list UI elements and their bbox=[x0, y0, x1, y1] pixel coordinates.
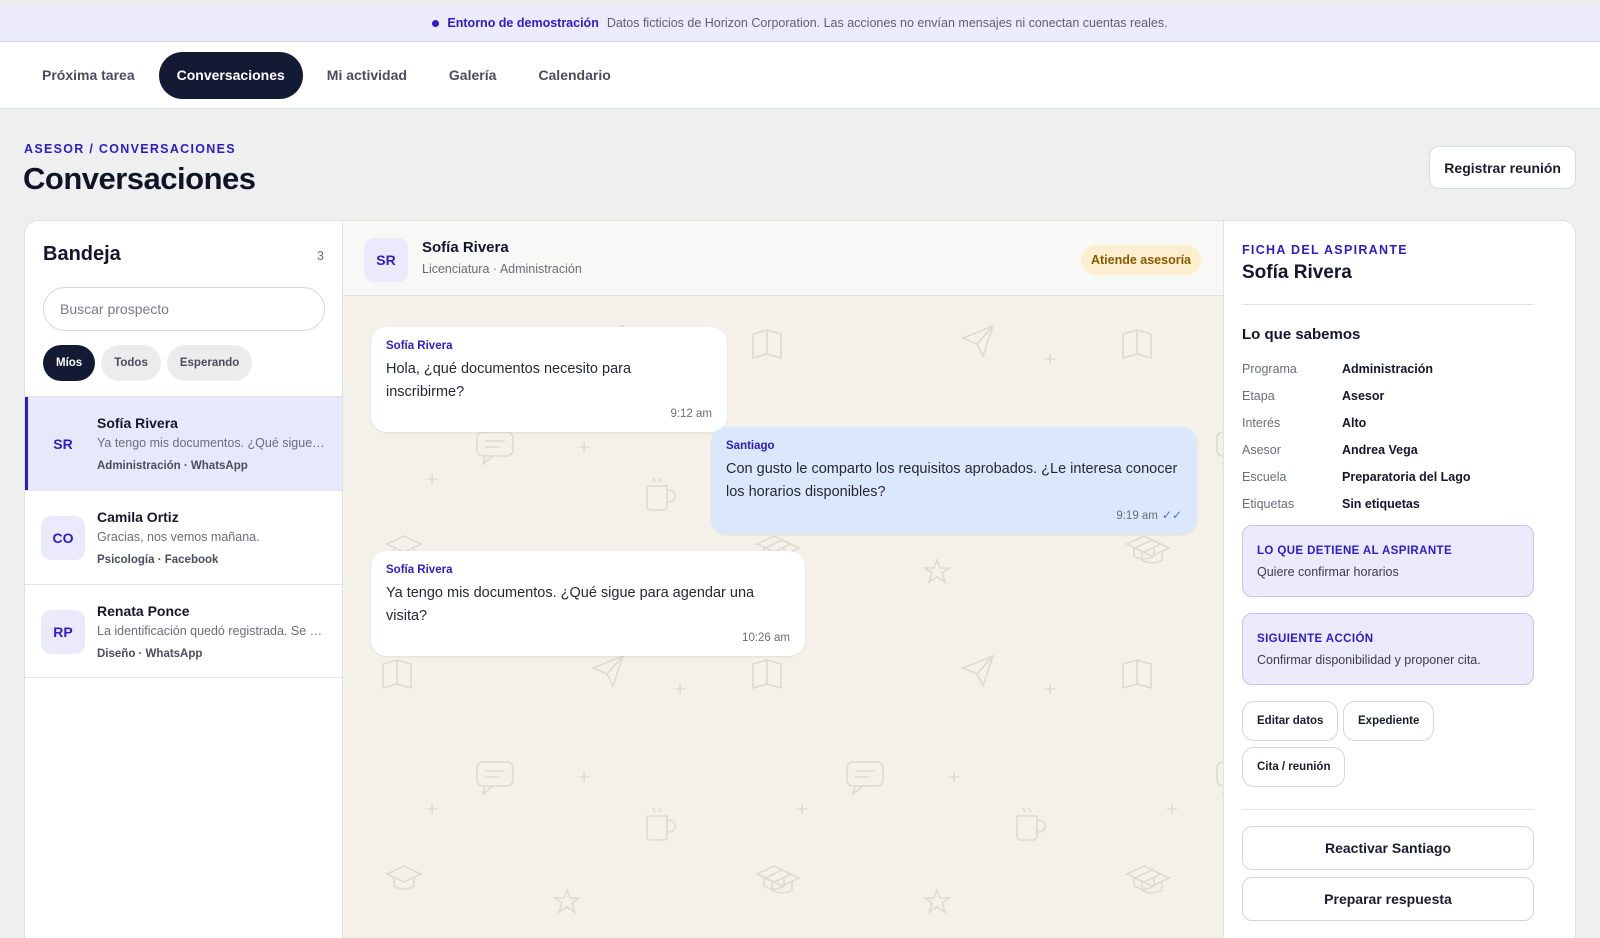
message-time: 9:19 am bbox=[1116, 510, 1158, 522]
tab-proxima-tarea[interactable]: Próxima tarea bbox=[24, 52, 153, 99]
fact-value: Andrea Vega bbox=[1342, 442, 1418, 457]
chat-pane: SR Sofía Rivera Licenciatura · Administr… bbox=[343, 221, 1223, 938]
facts-list: Programa Administración Etapa Asesor Inter… bbox=[1242, 355, 1542, 517]
fact-value: Preparatoria del Lago bbox=[1342, 469, 1471, 484]
fact-key: Asesor bbox=[1242, 442, 1281, 457]
next-action-text: Confirmar disponibilidad y proponer cita… bbox=[1257, 653, 1481, 667]
conversation-item[interactable]: RP Renata Ponce La identificación quedó … bbox=[25, 584, 342, 678]
edit-data-button[interactable]: Editar datos bbox=[1242, 701, 1339, 741]
conversation-preview: Ya tengo mis documentos. ¿Qué sigue para… bbox=[97, 436, 327, 450]
divider bbox=[1242, 304, 1534, 305]
fact-row: Escuela Preparatoria del Lago bbox=[1242, 463, 1542, 490]
register-meeting-button[interactable]: Registrar reunión bbox=[1429, 146, 1576, 189]
prepare-reply-button[interactable]: Preparar respuesta bbox=[1242, 877, 1534, 921]
conversation-name: Sofía Rivera bbox=[97, 415, 178, 431]
chat-contact-subtitle: Licenciatura · Administración bbox=[422, 262, 582, 276]
fact-value: Alto bbox=[1342, 415, 1367, 430]
status-badge: Atiende asesoría bbox=[1080, 245, 1201, 275]
conversation-name: Renata Ponce bbox=[97, 603, 190, 619]
fact-row: Asesor Andrea Vega bbox=[1242, 436, 1542, 463]
inbox-count: 3 bbox=[317, 249, 324, 263]
reactivate-button[interactable]: Reactivar Santiago bbox=[1242, 826, 1534, 870]
demo-banner: Entorno de demostración Datos ficticios … bbox=[0, 5, 1600, 42]
fact-key: Etiquetas bbox=[1242, 496, 1295, 511]
fact-key: Programa bbox=[1242, 361, 1297, 376]
breadcrumb: ASESOR / CONVERSACIONES bbox=[24, 142, 236, 156]
fact-value: Sin etiquetas bbox=[1342, 496, 1420, 511]
fact-row: Etiquetas Sin etiquetas bbox=[1242, 490, 1542, 517]
conversation-preview: Gracias, nos vemos mañana. bbox=[97, 530, 260, 544]
avatar: CO bbox=[41, 516, 85, 560]
fact-row: Etapa Asesor bbox=[1242, 382, 1542, 409]
blocker-title: LO QUE DETIENE AL ASPIRANTE bbox=[1257, 545, 1453, 557]
tab-mi-actividad[interactable]: Mi actividad bbox=[309, 52, 425, 99]
fact-key: Etapa bbox=[1242, 388, 1275, 403]
conversation-name: Camila Ortiz bbox=[97, 509, 179, 525]
fact-key: Escuela bbox=[1242, 469, 1287, 484]
next-action-title: SIGUIENTE ACCIÓN bbox=[1257, 633, 1374, 645]
top-navigation: Próxima tarea Conversaciones Mi activida… bbox=[0, 42, 1600, 109]
double-check-icon: ✓✓ bbox=[1161, 508, 1182, 522]
file-button[interactable]: Expediente bbox=[1343, 701, 1435, 741]
message-time: 9:12 am bbox=[670, 408, 712, 420]
appointment-button[interactable]: Cita / reunión bbox=[1242, 747, 1346, 787]
profile-name: Sofía Rivera bbox=[1242, 262, 1352, 283]
divider bbox=[1242, 809, 1534, 810]
message-sender: Santiago bbox=[726, 440, 775, 452]
chat-header: SR Sofía Rivera Licenciatura · Administr… bbox=[343, 221, 1223, 296]
fact-value: Administración bbox=[1342, 361, 1433, 376]
filter-chips: Míos Todos Esperando bbox=[43, 345, 253, 381]
chat-contact-name: Sofía Rivera bbox=[422, 239, 509, 256]
message-text: Hola, ¿qué documentos necesito para insc… bbox=[386, 361, 632, 400]
message-bubble: Santiago Con gusto le comparto los requi… bbox=[711, 427, 1197, 534]
facts-section-title: Lo que sabemos bbox=[1242, 326, 1361, 343]
message-bubble: Sofía Rivera Ya tengo mis documentos. ¿Q… bbox=[371, 551, 805, 656]
conversation-list: SR Sofía Rivera Ya tengo mis documentos.… bbox=[25, 396, 342, 678]
filter-esperando[interactable]: Esperando bbox=[166, 345, 253, 381]
message-text: Con gusto le comparto los requisitos apr… bbox=[726, 461, 1178, 500]
page-title: Conversaciones bbox=[23, 161, 256, 196]
conversation-meta: Diseño · WhatsApp bbox=[97, 648, 203, 660]
applicant-profile: FICHA DEL ASPIRANTE Sofía Rivera Lo que … bbox=[1223, 221, 1575, 938]
inbox: Bandeja 3 Míos Todos Esperando SR Sofía … bbox=[25, 221, 343, 938]
profile-label: FICHA DEL ASPIRANTE bbox=[1242, 243, 1408, 257]
tab-conversaciones[interactable]: Conversaciones bbox=[158, 51, 303, 99]
demo-banner-label: Entorno de demostración bbox=[447, 16, 599, 30]
fact-key: Interés bbox=[1242, 415, 1281, 430]
conversation-item[interactable]: SR Sofía Rivera Ya tengo mis documentos.… bbox=[25, 396, 342, 490]
message-sender: Sofía Rivera bbox=[386, 340, 453, 352]
blocker-text: Quiere confirmar horarios bbox=[1257, 565, 1399, 579]
conversation-item[interactable]: CO Camila Ortiz Gracias, nos vemos mañan… bbox=[25, 490, 342, 584]
fact-row: Interés Alto bbox=[1242, 409, 1542, 436]
conversation-preview: La identificación quedó registrada. Se a… bbox=[97, 624, 327, 638]
fact-value: Asesor bbox=[1342, 388, 1385, 403]
fact-row: Programa Administración bbox=[1242, 355, 1542, 382]
search-input[interactable] bbox=[43, 287, 325, 331]
status-dot-icon bbox=[432, 19, 440, 27]
conversations-panel: Bandeja 3 Míos Todos Esperando SR Sofía … bbox=[24, 220, 1576, 938]
avatar: SR bbox=[53, 436, 73, 452]
tab-galeria[interactable]: Galería bbox=[431, 52, 514, 99]
message-sender: Sofía Rivera bbox=[386, 564, 453, 576]
tab-calendario[interactable]: Calendario bbox=[520, 52, 628, 99]
message-bubble: Sofía Rivera Hola, ¿qué documentos neces… bbox=[371, 327, 727, 432]
conversation-meta: Psicología · Facebook bbox=[97, 554, 219, 566]
conversation-meta: Administración · WhatsApp bbox=[97, 460, 248, 472]
filter-mios[interactable]: Míos bbox=[43, 345, 96, 381]
avatar: SR bbox=[364, 238, 408, 282]
filter-todos[interactable]: Todos bbox=[101, 345, 161, 381]
next-action-callout: SIGUIENTE ACCIÓN Confirmar disponibilida… bbox=[1242, 613, 1534, 685]
demo-banner-text: Datos ficticios de Horizon Corporation. … bbox=[606, 16, 1168, 30]
inbox-title: Bandeja bbox=[43, 243, 121, 265]
avatar: RP bbox=[41, 610, 85, 654]
blocker-callout: LO QUE DETIENE AL ASPIRANTE Quiere confi… bbox=[1242, 525, 1534, 597]
message-time: 10:26 am bbox=[742, 632, 790, 644]
message-text: Ya tengo mis documentos. ¿Qué sigue para… bbox=[386, 585, 755, 624]
